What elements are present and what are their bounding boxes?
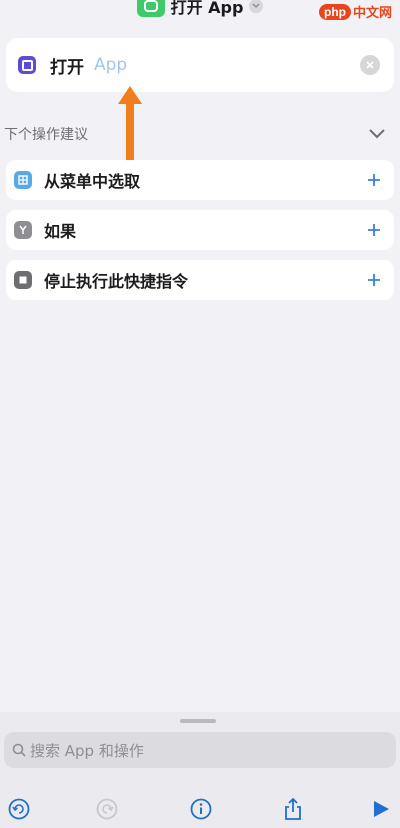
shortcut-title-button[interactable]: 打开 App [136, 0, 264, 18]
suggestion-label: 如果 [44, 222, 77, 241]
search-placeholder: 搜索 App 和操作 [30, 741, 144, 760]
undo-icon[interactable] [4, 794, 34, 824]
play-icon[interactable] [366, 794, 396, 824]
clear-icon[interactable] [360, 55, 380, 75]
chevron-down-icon[interactable] [249, 0, 264, 13]
app-square-icon [18, 56, 36, 74]
share-icon[interactable] [278, 794, 308, 824]
shortcut-app-icon [136, 0, 165, 17]
editor-toolbar [0, 794, 400, 824]
search-input[interactable]: 搜索 App 和操作 [4, 732, 396, 768]
stop-square-icon [14, 271, 32, 289]
site-watermark: php 中文网 [318, 2, 392, 21]
chevron-down-icon[interactable] [368, 128, 386, 140]
app-parameter-token[interactable]: App [94, 55, 127, 75]
add-icon[interactable] [364, 270, 384, 290]
branch-icon [14, 221, 32, 239]
suggestion-label: 停止执行此快捷指令 [44, 272, 189, 291]
suggestion-if[interactable]: 如果 [6, 210, 394, 250]
watermark-site: 中文网 [352, 6, 392, 21]
open-app-action-card[interactable]: 打开 App [6, 38, 394, 92]
action-verb: 打开 [50, 57, 84, 78]
shortcut-title: 打开 App [170, 0, 244, 17]
watermark-brand: php [318, 3, 351, 20]
add-icon[interactable] [364, 170, 384, 190]
suggestions-title: 下个操作建议 [4, 127, 88, 143]
actions-bottom-sheet: 搜索 App 和操作 [0, 712, 400, 828]
suggestion-stop-shortcut[interactable]: 停止执行此快捷指令 [6, 260, 394, 300]
add-icon[interactable] [364, 220, 384, 240]
info-icon[interactable] [186, 794, 216, 824]
redo-icon[interactable] [92, 794, 122, 824]
menu-grid-icon [14, 171, 32, 189]
suggestions-header: 下个操作建议 [0, 122, 400, 146]
sheet-grabber[interactable] [180, 719, 216, 723]
suggestion-label: 从菜单中选取 [44, 172, 141, 191]
suggestion-choose-from-menu[interactable]: 从菜单中选取 [6, 160, 394, 200]
search-icon [12, 743, 26, 757]
